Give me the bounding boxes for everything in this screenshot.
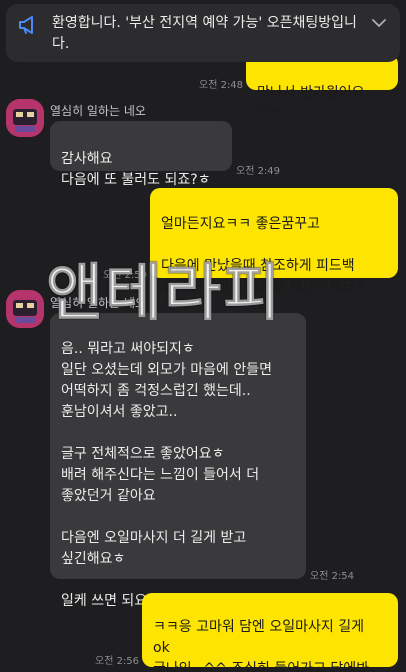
their-message-bubble[interactable]: 감사해요 다음에 또 불러도 되죠?ㅎ	[50, 121, 232, 188]
message-text: 만나서 반가웠어요^^	[257, 85, 365, 122]
message-time: 오전 2:54	[310, 571, 355, 582]
chat-room: 환영합니다. '부산 전지역 예약 가능' 오픈채팅방입니다. 만나서 반가웠어…	[0, 0, 406, 672]
avatar-image	[6, 290, 44, 328]
my-message-bubble[interactable]: ㅋㅋ응 고마워 담엔 오일마사지 길게 ok 굿나잇~^^ 조심히 들어가고 담…	[142, 593, 398, 672]
message-time: 오전 2:49	[236, 166, 281, 177]
message-text: 음.. 뭐라고 써야되지ㅎ 일단 오셨는데 외모가 마음에 안들면 어떡하지 좀…	[61, 341, 272, 609]
avatar[interactable]	[6, 290, 44, 328]
notice-banner[interactable]: 환영합니다. '부산 전지역 예약 가능' 오픈채팅방입니다.	[6, 4, 400, 62]
message-text: ㅋㅋ응 고마워 담엔 오일마사지 길게 ok 굿나잇~^^ 조심히 들어가고 담…	[153, 619, 369, 672]
notice-text: 환영합니다. '부산 전지역 예약 가능' 오픈채팅방입니다.	[52, 15, 357, 52]
message-text: 감사해요 다음에 또 불러도 되죠?ㅎ	[61, 151, 211, 188]
their-message-bubble[interactable]: 음.. 뭐라고 써야되지ㅎ 일단 오셨는데 외모가 마음에 안들면 어떡하지 좀…	[50, 313, 306, 609]
megaphone-icon	[19, 16, 33, 34]
sender-name: 열심히 일하는 네오	[50, 104, 146, 118]
watermark: 앤테라피	[45, 256, 283, 330]
chevron-down-icon[interactable]	[372, 18, 386, 28]
avatar-image	[6, 99, 44, 137]
avatar[interactable]	[6, 99, 44, 137]
message-time: 오전 2:48	[199, 80, 244, 91]
message-time: 오전 2:56	[95, 656, 140, 667]
